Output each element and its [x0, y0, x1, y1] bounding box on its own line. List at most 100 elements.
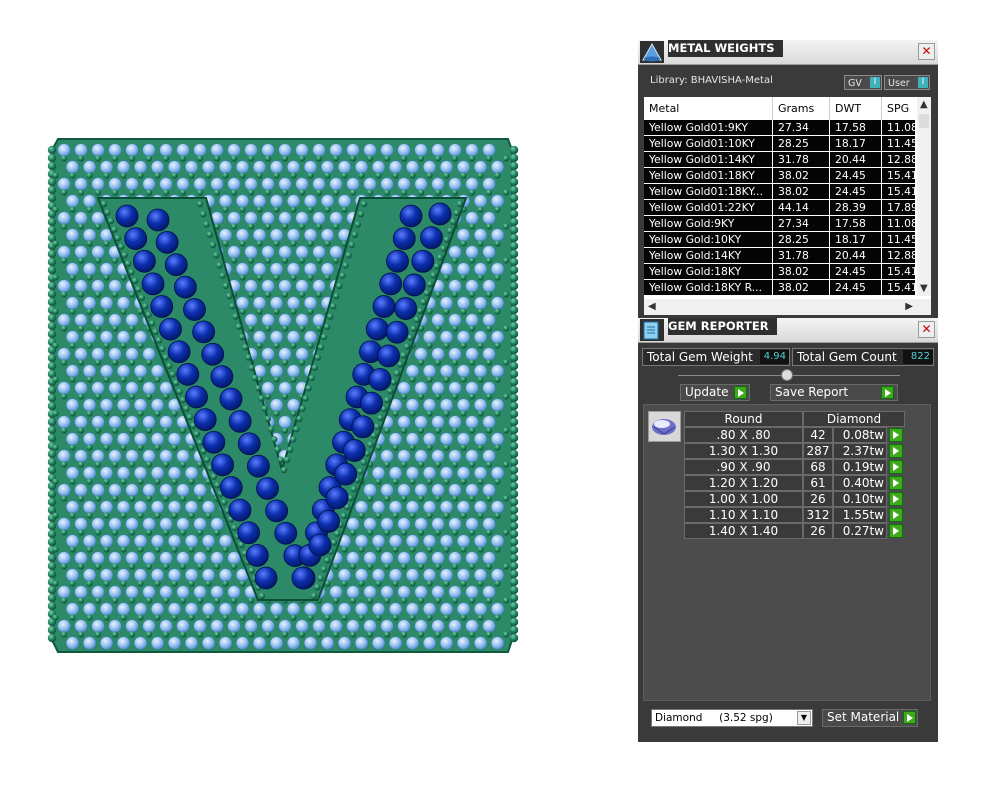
pave-stone — [482, 279, 496, 293]
metal-row[interactable]: Yellow Gold:14KY 31.78 20.44 12.88 — [644, 248, 916, 264]
prong-bead — [443, 512, 450, 519]
gem-size-cell: 1.10 X 1.10 — [684, 507, 803, 523]
prong-bead — [69, 240, 76, 247]
set-material-button[interactable]: Set Material — [822, 709, 918, 727]
pave-stone — [422, 500, 437, 514]
select-gem-icon[interactable] — [889, 492, 903, 506]
prong-bead — [111, 461, 119, 468]
blue-sapphire — [274, 521, 298, 545]
metal-row[interactable]: Yellow Gold01:18KY... 38.02 24.45 15.41 — [644, 184, 916, 200]
vertical-scrollbar[interactable]: ▲ ▼ — [917, 97, 931, 296]
prong-bead — [426, 376, 433, 383]
pave-stone — [465, 313, 479, 327]
v-pendant-model[interactable] — [0, 0, 600, 787]
gem-row[interactable]: .80 X .80 42 0.08tw — [684, 427, 904, 443]
prong-bead — [400, 529, 408, 536]
scroll-left-icon[interactable]: ◀ — [648, 301, 656, 312]
save-report-button[interactable]: Save Report — [770, 384, 898, 401]
pave-stone — [490, 636, 505, 650]
user-toggle[interactable]: User I — [884, 75, 930, 90]
prong-bead — [69, 376, 76, 383]
v-edge-bead — [209, 241, 217, 249]
pave-stone — [167, 500, 182, 514]
scroll-up-icon[interactable]: ▲ — [920, 99, 928, 110]
pave-stone — [286, 160, 301, 174]
select-gem-icon[interactable] — [889, 428, 903, 442]
round-gem-thumbnail[interactable] — [648, 411, 681, 442]
prong-bead — [485, 359, 493, 366]
pave-stone — [167, 466, 182, 480]
pave-stone — [82, 568, 97, 582]
gem-row[interactable]: 1.20 X 1.20 61 0.40tw — [684, 475, 904, 491]
user-toggle-label: User — [888, 78, 910, 89]
gem-row[interactable]: 1.10 X 1.10 312 1.55tw — [684, 507, 904, 523]
metal-row[interactable]: Yellow Gold01:10KY 28.25 18.17 11.45 — [644, 136, 916, 152]
slider-handle[interactable] — [781, 369, 793, 381]
v-edge-bead — [330, 303, 337, 310]
scroll-down-icon[interactable]: ▼ — [920, 283, 928, 294]
pave-stone — [133, 160, 148, 174]
metal-row[interactable]: Yellow Gold01:22KY 44.14 28.39 17.89 — [644, 200, 916, 216]
prong-bead — [247, 325, 255, 332]
horizontal-scrollbar[interactable]: ◀ ▶ — [644, 299, 931, 315]
pave-stone — [295, 143, 309, 157]
pave-stone — [210, 143, 224, 157]
pave-stone — [193, 517, 207, 531]
material-select[interactable]: Diamond (3.52 spg) ▼ — [651, 709, 813, 727]
pave-stone — [99, 296, 114, 310]
prong-bead — [196, 155, 204, 162]
metal-row[interactable]: Yellow Gold01:18KY 38.02 24.45 15.41 — [644, 168, 916, 184]
v-edge-bead — [229, 303, 236, 310]
close-icon[interactable]: ✕ — [918, 43, 935, 60]
prong-bead — [494, 206, 501, 213]
pave-stone — [184, 534, 199, 548]
pave-stone — [167, 160, 182, 174]
metal-row[interactable]: Yellow Gold01:14KY 31.78 20.44 12.88 — [644, 152, 916, 168]
pave-stone — [210, 619, 224, 633]
scrollbar-thumb[interactable] — [919, 114, 929, 128]
select-gem-icon[interactable] — [889, 524, 903, 538]
metal-name-cell: Yellow Gold01:22KY — [644, 200, 773, 216]
gem-row[interactable]: .90 X .90 68 0.19tw — [684, 459, 904, 475]
column-header-metal[interactable]: Metal — [644, 97, 773, 120]
scroll-right-icon[interactable]: ▶ — [905, 301, 913, 312]
gem-row[interactable]: 1.30 X 1.30 287 2.37tw — [684, 443, 904, 459]
metal-row[interactable]: Yellow Gold:9KY 27.34 17.58 11.08 — [644, 216, 916, 232]
3d-viewport[interactable] — [0, 0, 600, 787]
column-header-dwt[interactable]: DWT — [830, 97, 882, 120]
prong-bead — [443, 172, 450, 179]
metal-row[interactable]: Yellow Gold01:9KY 27.34 17.58 11.08 — [644, 120, 916, 136]
chevron-down-icon[interactable]: ▼ — [797, 711, 811, 725]
column-header-spg[interactable]: SPG — [882, 97, 916, 120]
prong-bead — [94, 257, 102, 264]
pave-stone — [91, 551, 105, 565]
prong-bead — [502, 563, 510, 570]
prong-bead — [451, 359, 459, 366]
v-edge-bead — [453, 209, 460, 217]
save-report-button-label: Save Report — [775, 385, 849, 399]
gem-row[interactable]: 1.00 X 1.00 26 0.10tw — [684, 491, 904, 507]
gv-toggle[interactable]: GV I — [844, 75, 882, 90]
prong-bead — [451, 631, 459, 638]
select-gem-icon[interactable] — [889, 476, 903, 490]
prong-bead — [86, 240, 93, 247]
prong-bead — [417, 563, 425, 570]
select-gem-icon[interactable] — [889, 444, 903, 458]
close-icon[interactable]: ✕ — [918, 321, 935, 338]
metal-row[interactable]: Yellow Gold:10KY 28.25 18.17 11.45 — [644, 232, 916, 248]
pave-stone — [473, 602, 488, 616]
side-bead — [47, 257, 57, 267]
metal-row[interactable]: Yellow Gold:18KY 38.02 24.45 15.41 — [644, 264, 916, 280]
metal-row[interactable]: Yellow Gold:18KY R... 38.02 24.45 15.41 — [644, 280, 916, 296]
select-gem-icon[interactable] — [889, 460, 903, 474]
prong-bead — [69, 614, 76, 621]
update-button[interactable]: Update — [680, 384, 750, 401]
prong-bead — [60, 597, 68, 604]
pave-stone — [397, 143, 411, 157]
select-gem-icon[interactable] — [889, 508, 903, 522]
column-header-grams[interactable]: Grams — [773, 97, 830, 120]
gem-row[interactable]: 1.40 X 1.40 26 0.27tw — [684, 523, 904, 539]
prong-bead — [477, 512, 484, 519]
prong-bead — [239, 580, 246, 587]
prong-bead — [77, 325, 85, 332]
